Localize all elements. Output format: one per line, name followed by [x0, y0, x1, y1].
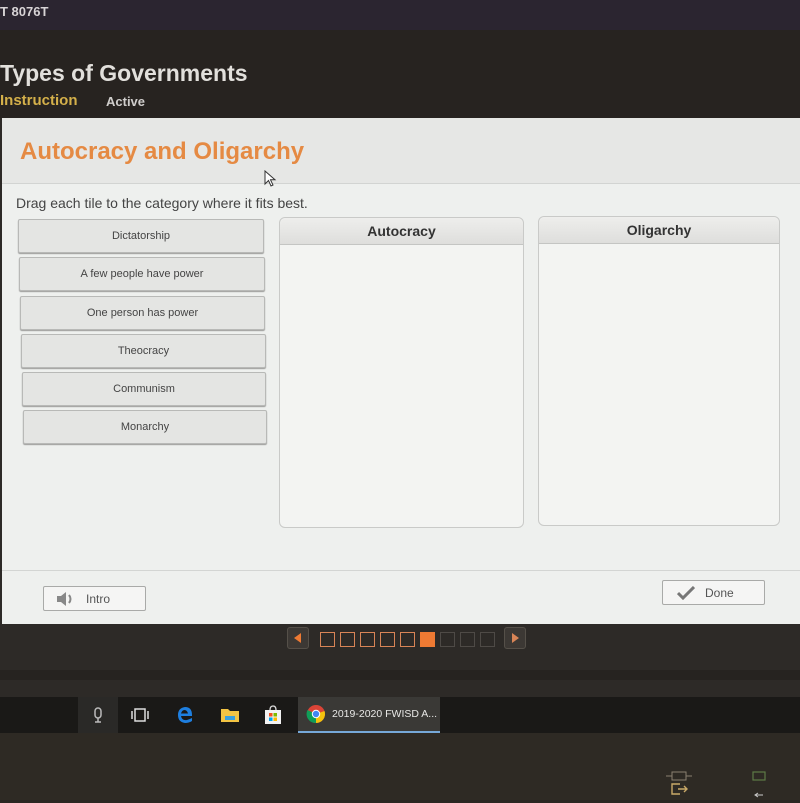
chrome-icon: [306, 705, 326, 724]
edge-icon: [178, 707, 192, 723]
top-bar: T 8076T: [0, 0, 800, 30]
page-5-indicator[interactable]: [400, 632, 415, 647]
divider: [2, 570, 800, 571]
source-button[interactable]: [670, 782, 688, 800]
tile-theocracy[interactable]: Theocracy: [21, 334, 266, 368]
edge-browser-button[interactable]: [165, 697, 205, 733]
page-7-indicator[interactable]: [440, 632, 455, 647]
previous-page-button[interactable]: [287, 627, 309, 649]
lesson-header: Types of Governments Instruction Active: [0, 30, 800, 118]
back-arrow-icon: [754, 792, 763, 798]
page-9-indicator[interactable]: [480, 632, 495, 647]
activity-title: Autocracy and Oligarchy: [20, 138, 305, 165]
done-button[interactable]: Done: [662, 580, 765, 605]
course-code: T 8076T: [0, 4, 49, 19]
tile-few-people-have-power[interactable]: A few people have power: [19, 257, 265, 291]
category-oligarchy[interactable]: Oligarchy: [538, 216, 780, 526]
mouse-cursor-icon: [264, 170, 277, 187]
activity-panel: Autocracy and Oligarchy Drag each tile t…: [2, 118, 800, 624]
page-4-indicator[interactable]: [380, 632, 395, 647]
folder-icon: [221, 709, 239, 722]
page-8-indicator[interactable]: [460, 632, 475, 647]
taskbar-app-label: 2019-2020 FWISD A...: [332, 708, 438, 720]
store-button[interactable]: [253, 697, 293, 733]
activity-header: Autocracy and Oligarchy: [2, 118, 800, 187]
source-icon: [671, 783, 688, 795]
speaker-icon: [57, 591, 72, 606]
menu-icon: [752, 771, 766, 781]
microphone-icon: [94, 707, 102, 723]
tile-monarchy[interactable]: Monarchy: [23, 410, 267, 444]
tab-active[interactable]: Active: [106, 94, 145, 109]
arrow-right-icon: [512, 633, 519, 643]
intro-button[interactable]: Intro: [43, 586, 146, 611]
monitor-area: [0, 670, 800, 680]
screen: T 8076T Types of Governments Instruction…: [0, 0, 800, 800]
page-1-indicator[interactable]: [320, 632, 335, 647]
done-button-label: Done: [705, 585, 734, 600]
category-autocracy-label: Autocracy: [280, 218, 523, 245]
file-explorer-button[interactable]: [210, 697, 250, 733]
tab-instruction[interactable]: Instruction: [0, 92, 78, 109]
page-3-indicator[interactable]: [360, 632, 375, 647]
lesson-title: Types of Governments: [0, 60, 248, 86]
tile-one-person-has-power[interactable]: One person has power: [20, 296, 265, 330]
task-view-button[interactable]: [120, 697, 160, 733]
tile-communism[interactable]: Communism: [22, 372, 266, 406]
page-6-indicator[interactable]: [420, 632, 435, 647]
cortana-mic-button[interactable]: [78, 697, 118, 733]
input-switch-icon: [666, 771, 692, 781]
monitor-menu-button[interactable]: [752, 768, 766, 786]
page-2-indicator[interactable]: [340, 632, 355, 647]
intro-button-label: Intro: [86, 591, 111, 606]
store-icon: [265, 705, 281, 724]
monitor-back-button[interactable]: [754, 785, 764, 803]
next-page-button[interactable]: [504, 627, 526, 649]
instructions: Drag each tile to the category where it …: [16, 195, 308, 211]
checkmark-icon: [677, 585, 695, 600]
category-autocracy[interactable]: Autocracy: [279, 217, 524, 528]
taskbar-chrome-window[interactable]: 2019-2020 FWISD A...: [298, 697, 440, 733]
tile-dictatorship[interactable]: Dictatorship: [18, 219, 264, 253]
arrow-left-icon: [294, 633, 301, 643]
category-oligarchy-label: Oligarchy: [539, 217, 779, 244]
task-view-icon: [131, 708, 149, 722]
